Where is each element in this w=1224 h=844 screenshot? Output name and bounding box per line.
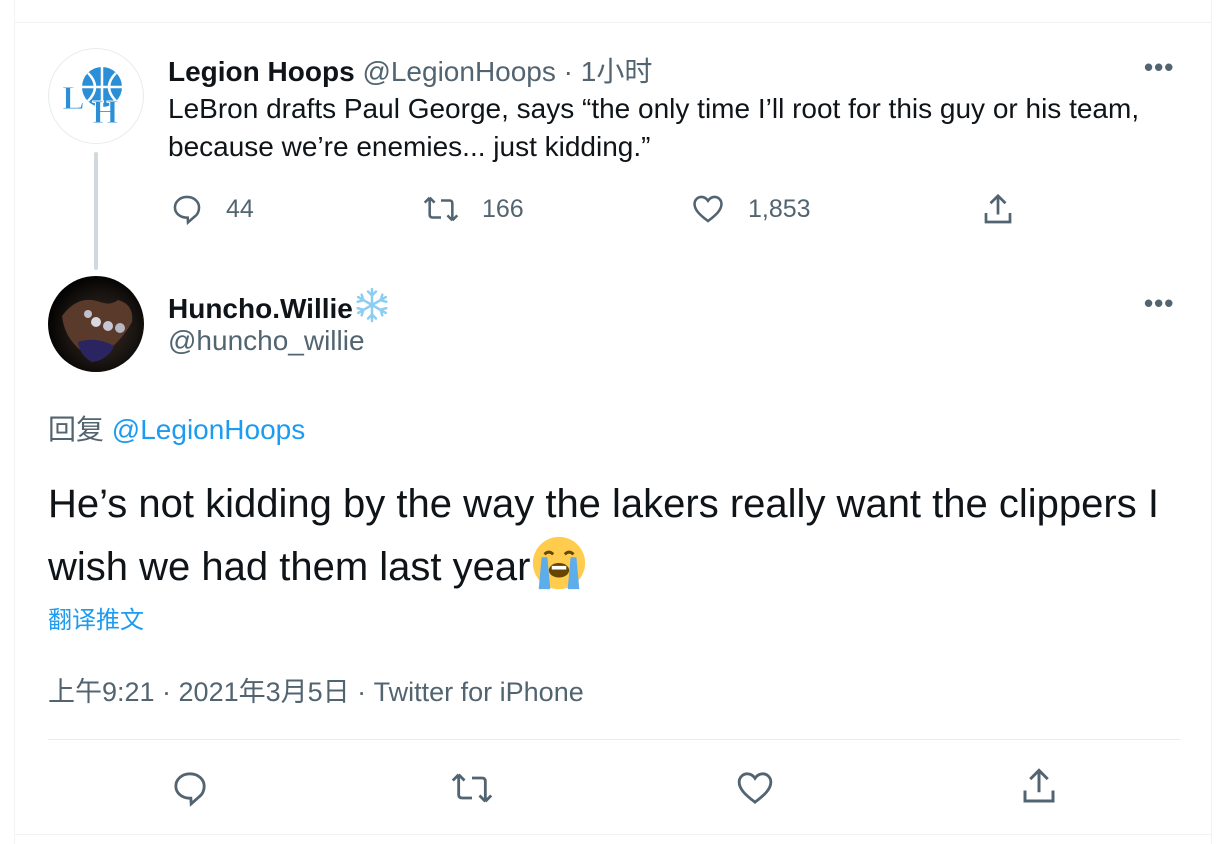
snowflake-icon [356,287,388,323]
action-divider [48,739,1180,740]
more-options-icon[interactable]: ••• [1144,288,1174,319]
author-name-text: Huncho.Willie [168,293,353,324]
parent-time[interactable]: 1小时 [581,56,653,87]
thread-connector [94,152,98,270]
tweet-timestamp[interactable]: 上午9:21 · 2021年3月5日 · Twitter for iPhone [48,670,584,709]
author-name[interactable]: Huncho.Willie [168,286,391,325]
svg-text:L: L [62,80,85,117]
retweet-icon [451,773,493,803]
tweet-text: He’s not kidding by the way the lakers r… [48,474,1168,597]
retweet-button[interactable] [450,768,494,808]
meta-separator: · [555,56,581,87]
loudly-crying-face-icon [533,536,586,590]
replying-to: 回复 @LegionHoops [48,408,305,448]
share-button[interactable] [1018,766,1060,808]
avatar-image-icon [62,299,133,362]
top-divider [14,22,1212,23]
retweet-icon [423,196,459,222]
reply-button[interactable] [170,768,210,808]
share-icon [984,193,1012,224]
parent-share-button[interactable] [980,192,1016,228]
parent-tweet-header: Legion Hoops @LegionHoops · 1小时 [168,50,652,90]
reply-icon [173,195,201,226]
heart-icon [737,772,773,804]
svg-text:H: H [92,94,118,131]
parent-author-name[interactable]: Legion Hoops [168,56,355,87]
parent-retweet-button[interactable]: 166 [422,192,524,226]
parent-author-handle[interactable]: @LegionHoops [362,56,555,87]
legion-hoops-avatar[interactable]: L H [48,48,144,144]
parent-more-icon[interactable]: ••• [1144,52,1174,83]
like-button[interactable] [734,768,776,808]
tweet-text-body: He’s not kidding by the way the lakers r… [48,482,1159,589]
translate-tweet-link[interactable]: 翻译推文 [48,600,144,635]
huncho-willie-avatar[interactable] [48,276,144,372]
reply-icon [174,772,206,807]
reply-to-link[interactable]: @LegionHoops [112,414,305,445]
parent-reply-button[interactable]: 44 [170,192,254,226]
reply-prefix: 回复 [48,414,105,445]
author-handle[interactable]: @huncho_willie [168,325,365,357]
parent-retweet-count: 166 [482,194,524,223]
parent-like-count: 1,853 [748,194,811,223]
heart-icon [693,195,723,223]
legion-hoops-logo-icon: L H [62,67,122,131]
bottom-divider [14,834,1212,835]
parent-reply-count: 44 [226,194,254,223]
parent-like-button[interactable]: 1,853 [690,192,811,226]
parent-tweet-text: LeBron drafts Paul George, says “the onl… [168,93,1140,162]
share-icon [1023,768,1055,803]
